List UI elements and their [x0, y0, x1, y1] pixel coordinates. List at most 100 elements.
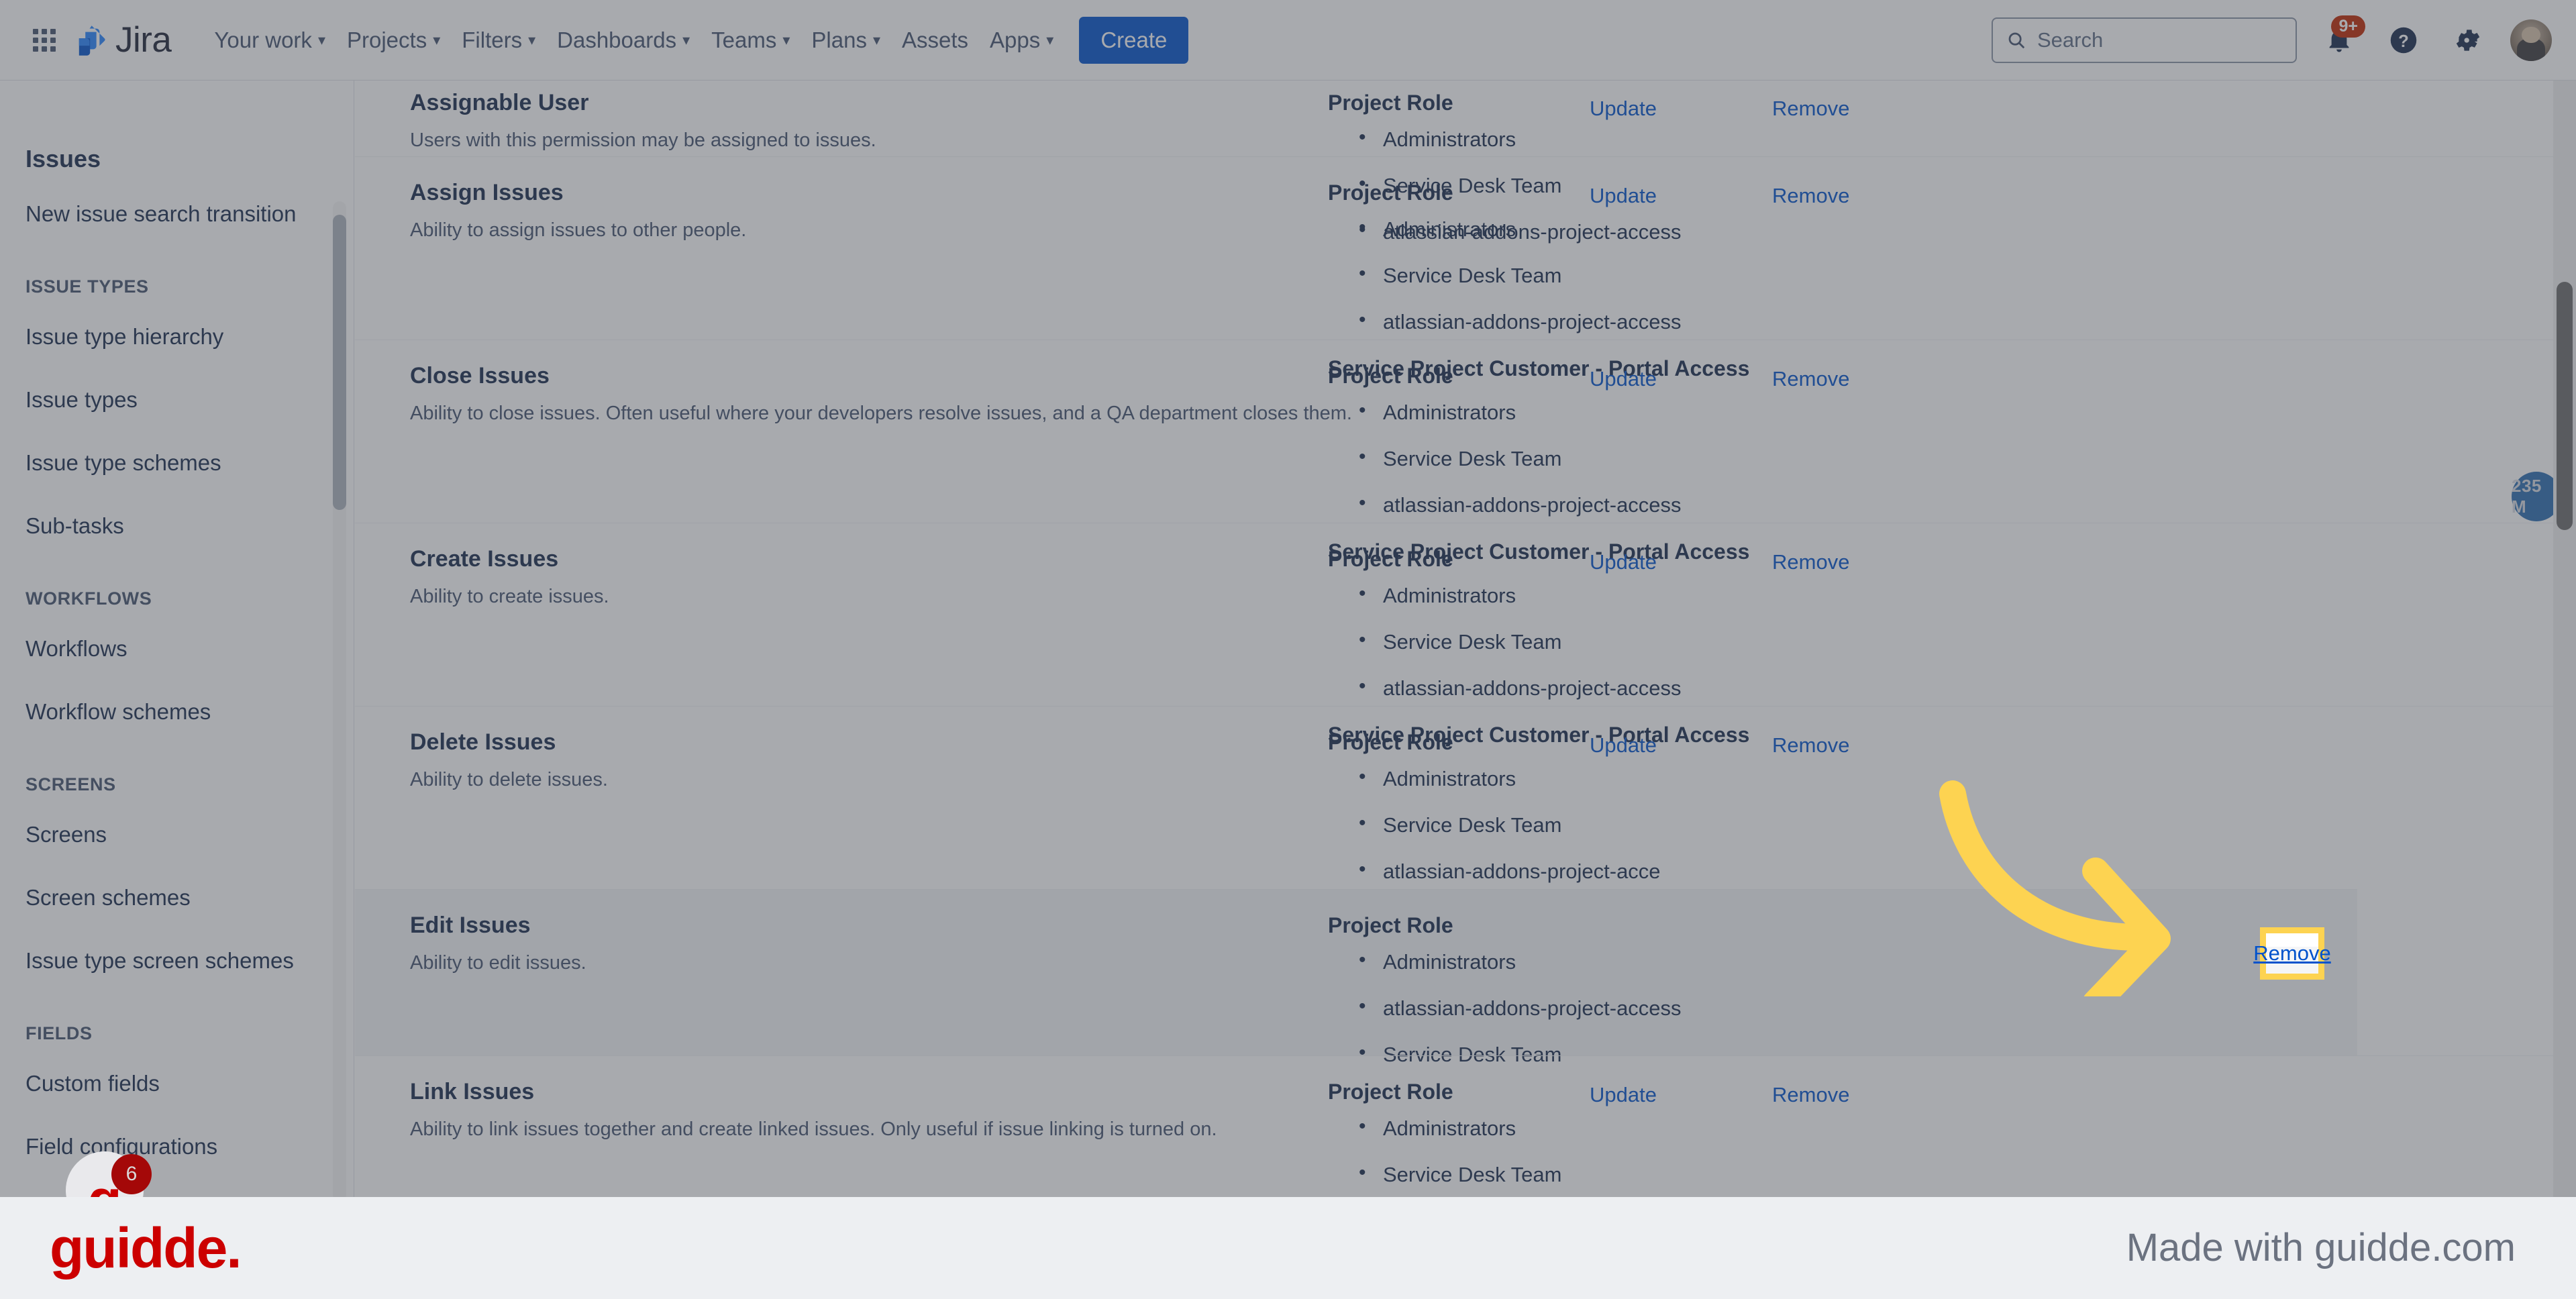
- list-item: Administrators: [1328, 216, 2254, 242]
- nav-item-label: Teams: [711, 27, 777, 52]
- list-item: Administrators: [1328, 399, 2254, 425]
- list-item: Service Desk Team: [1328, 262, 2254, 288]
- list-item: Administrators: [1328, 766, 2254, 791]
- question-circle-icon: ?: [2390, 27, 2417, 53]
- page-scrollbar-thumb[interactable]: [2557, 282, 2573, 530]
- nav-item-teams[interactable]: Teams ▾: [701, 19, 801, 61]
- table-row: Close Issues Ability to close issues. Of…: [355, 340, 2576, 564]
- table-row: Delete Issues Ability to delete issues. …: [355, 706, 2576, 930]
- nav-item-label: Dashboards: [557, 27, 677, 52]
- sidebar-item-screen-schemes[interactable]: Screen schemes: [0, 876, 354, 920]
- update-link[interactable]: Update: [1590, 550, 1657, 574]
- list-item: Administrators: [1328, 582, 2254, 608]
- list-item: Service Desk Team: [1328, 629, 2254, 654]
- grant-member-list: Administrators Service Desk Team atlassi…: [1328, 766, 2254, 884]
- permission-description: Ability to create issues.: [410, 586, 609, 608]
- permission-description: Ability to delete issues.: [410, 769, 608, 791]
- list-item: Administrators: [1328, 949, 2254, 974]
- list-item: atlassian-addons-project-access: [1328, 995, 2254, 1021]
- create-button[interactable]: Create: [1079, 16, 1189, 64]
- remove-link[interactable]: Remove: [1772, 184, 1849, 208]
- sidebar-heading-fields: FIELDS: [25, 1023, 93, 1043]
- sidebar-item-sub-tasks[interactable]: Sub-tasks: [0, 504, 354, 548]
- nav-item-label: Apps: [990, 27, 1041, 52]
- list-item: Service Desk Team: [1328, 1161, 2254, 1187]
- permission-name: Create Issues: [410, 546, 559, 572]
- notifications-button[interactable]: 9+: [2317, 15, 2365, 62]
- svg-text:?: ?: [2398, 32, 2409, 50]
- sidebar-section-title: Issues: [25, 145, 101, 172]
- grant-member-list: Administrators Service Desk Team: [1328, 1115, 2254, 1187]
- search-placeholder: Search: [2037, 28, 2104, 52]
- notification-count-badge: 9+: [2331, 15, 2365, 38]
- permission-name: Edit Issues: [410, 913, 531, 938]
- made-with-guidde-label: Made with guidde.com: [2126, 1226, 2516, 1269]
- sidebar-item-issue-types[interactable]: Issue types: [0, 378, 354, 422]
- sidebar-item-custom-fields[interactable]: Custom fields: [0, 1061, 354, 1106]
- table-row: Assignable User Users with this permissi…: [355, 81, 2576, 244]
- nav-item-apps[interactable]: Apps ▾: [979, 19, 1064, 61]
- update-link[interactable]: Update: [1590, 1083, 1657, 1107]
- grant-member-list: Administrators Service Desk Team atlassi…: [1328, 582, 2254, 700]
- remove-link[interactable]: Remove: [1772, 550, 1849, 574]
- chevron-down-icon: ▾: [872, 31, 880, 48]
- list-item: atlassian-addons-project-access: [1328, 492, 2254, 517]
- gear-icon: [2456, 29, 2480, 51]
- sidebar-item-screens[interactable]: Screens: [0, 813, 354, 857]
- list-item: atlassian-addons-project-acce: [1328, 858, 2254, 884]
- nav-item-filters[interactable]: Filters ▾: [451, 19, 546, 61]
- permission-name: Link Issues: [410, 1079, 535, 1104]
- search-icon: [2008, 32, 2025, 48]
- remove-link[interactable]: Remove: [1772, 1083, 1849, 1107]
- nav-item-plans[interactable]: Plans ▾: [801, 19, 891, 61]
- grant-type: Project Role: [1328, 913, 1453, 937]
- nav-item-your-work[interactable]: Your work ▾: [203, 19, 336, 61]
- app-switcher-button[interactable]: [24, 20, 64, 60]
- permission-scheme-table: Assignable User Users with this permissi…: [355, 81, 2576, 1197]
- permission-description: Users with this permission may be assign…: [410, 129, 876, 152]
- remove-link[interactable]: Remove: [1772, 97, 1849, 121]
- sidebar-item-field-configurations[interactable]: Field configurations: [0, 1125, 354, 1169]
- page-scrollbar-track[interactable]: [2553, 81, 2576, 1197]
- sidebar-item-issue-type-hierarchy[interactable]: Issue type hierarchy: [0, 315, 354, 359]
- nav-item-assets[interactable]: Assets: [891, 19, 979, 61]
- grant-member-list: Administrators Service Desk Team atlassi…: [1328, 399, 2254, 517]
- avatar[interactable]: [2510, 19, 2552, 61]
- remove-link[interactable]: Remove: [1772, 733, 1849, 758]
- update-link[interactable]: Update: [1590, 97, 1657, 121]
- chevron-down-icon: ▾: [528, 31, 536, 48]
- nav-item-dashboards[interactable]: Dashboards ▾: [546, 19, 701, 61]
- guidde-bubble-badge: 6: [111, 1154, 152, 1194]
- settings-button[interactable]: [2446, 18, 2490, 62]
- update-link[interactable]: Update: [1590, 733, 1657, 758]
- grid-icon: [33, 28, 56, 52]
- permission-description: Ability to edit issues.: [410, 952, 586, 974]
- remove-link[interactable]: Remove: [1772, 367, 1849, 391]
- table-row-edit-issues[interactable]: Edit Issues Ability to edit issues. Proj…: [355, 889, 2357, 1066]
- permission-name: Assignable User: [410, 90, 589, 115]
- guidde-logo: guidde.: [50, 1216, 242, 1280]
- search-input[interactable]: Search: [1992, 17, 2297, 63]
- grant-member-list: Administrators atlassian-addons-project-…: [1328, 949, 2254, 1066]
- update-link[interactable]: Update: [1590, 367, 1657, 391]
- help-button[interactable]: ?: [2381, 18, 2426, 62]
- nav-item-label: Plans: [811, 27, 867, 52]
- remove-link-highlighted[interactable]: Remove: [2253, 927, 2330, 980]
- sidebar-item-issue-type-schemes[interactable]: Issue type schemes: [0, 441, 354, 485]
- permission-description: Ability to link issues together and crea…: [410, 1119, 1217, 1141]
- nav-item-projects[interactable]: Projects ▾: [336, 19, 451, 61]
- sidebar-scrollbar-thumb[interactable]: [333, 215, 346, 510]
- sidebar-item-workflows[interactable]: Workflows: [0, 627, 354, 671]
- sidebar-heading-issue-types: ISSUE TYPES: [25, 276, 149, 297]
- sidebar-item-new-issue-search-transition[interactable]: New issue search transition: [0, 192, 354, 236]
- sidebar-item-workflow-schemes[interactable]: Workflow schemes: [0, 690, 354, 734]
- sidebar-item-issue-type-screen-schemes[interactable]: Issue type screen schemes: [0, 939, 354, 983]
- guidde-footer-bar: guidde. Made with guidde.com: [0, 1197, 2576, 1299]
- table-row: Assign Issues Ability to assign issues t…: [355, 156, 2576, 380]
- update-link[interactable]: Update: [1590, 184, 1657, 208]
- global-navigation-bar: Jira Your work ▾ Projects ▾ Filters ▾ Da…: [0, 0, 2576, 81]
- nav-item-label: Filters: [462, 27, 523, 52]
- chevron-down-icon: ▾: [433, 31, 441, 48]
- list-item: atlassian-addons-project-access: [1328, 309, 2254, 334]
- jira-home-link[interactable]: Jira: [74, 22, 172, 58]
